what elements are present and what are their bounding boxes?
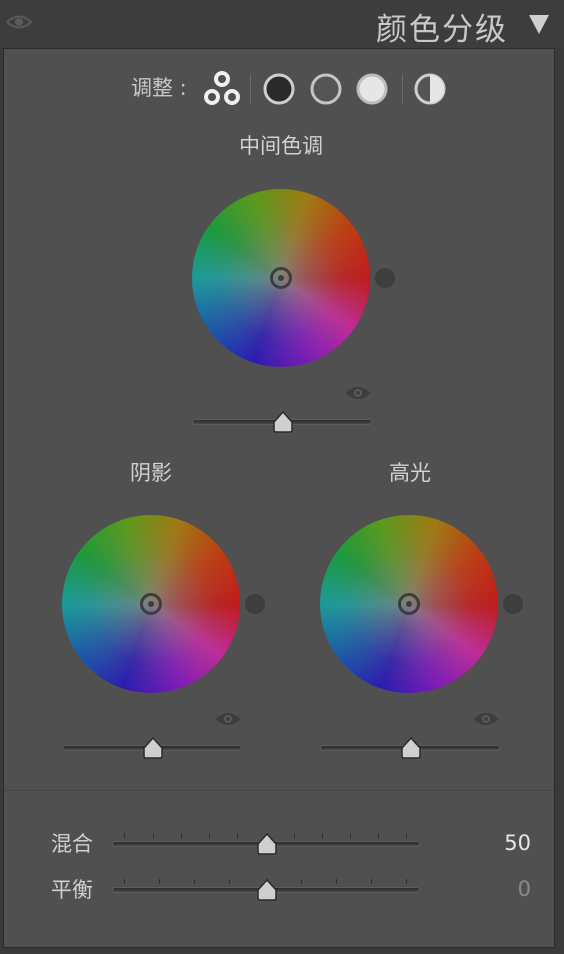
slider-thumb[interactable] [142, 737, 164, 759]
slider-thumb[interactable] [272, 411, 294, 433]
slider-thumb[interactable] [400, 737, 422, 759]
slider-tick [371, 879, 372, 884]
balance-label: 平衡 [51, 878, 93, 902]
midtones-title: 中间色调 [239, 134, 323, 158]
midtones-expand-dot[interactable] [375, 268, 395, 288]
shadows-expand-dot[interactable] [245, 594, 265, 614]
slider-tick [181, 833, 182, 838]
slider-thumb[interactable] [256, 833, 278, 855]
highlights-icon[interactable] [355, 72, 389, 106]
blending-label: 混合 [51, 832, 93, 856]
midtones-color-wheel[interactable] [192, 189, 370, 367]
slider-tick [322, 833, 323, 838]
slider-tick [229, 879, 230, 884]
slider-tick [301, 879, 302, 884]
panel-header: 颜色分级 [0, 0, 564, 48]
slider-tick [209, 833, 210, 838]
separator [402, 74, 403, 104]
eye-icon[interactable] [473, 711, 499, 727]
panel-title: 颜色分级 [376, 12, 508, 48]
shadows-title: 阴影 [130, 461, 172, 485]
slider-tick [406, 879, 407, 884]
wheel-handle[interactable] [270, 267, 292, 289]
slider-tick [124, 833, 125, 838]
balance-value[interactable]: 0 [471, 877, 531, 901]
highlights-color-wheel[interactable] [320, 515, 498, 693]
slider-tick [294, 833, 295, 838]
eye-icon[interactable] [6, 14, 32, 30]
midtones-icon[interactable] [309, 72, 343, 106]
adjust-label: 调整 : [131, 76, 187, 100]
shadows-icon[interactable] [262, 72, 296, 106]
global-icon[interactable] [413, 72, 447, 106]
shadows-color-wheel[interactable] [62, 515, 240, 693]
separator [250, 74, 251, 104]
slider-tick [336, 879, 337, 884]
eye-icon[interactable] [345, 385, 371, 401]
highlights-expand-dot[interactable] [503, 594, 523, 614]
wheel-handle[interactable] [398, 593, 420, 615]
slider-thumb[interactable] [256, 879, 278, 901]
slider-tick [159, 879, 160, 884]
slider-tick [350, 833, 351, 838]
blending-value[interactable]: 50 [471, 831, 531, 855]
slider-tick [124, 879, 125, 884]
slider-tick [194, 879, 195, 884]
slider-tick [237, 833, 238, 838]
highlights-title: 高光 [389, 461, 431, 485]
divider [4, 790, 554, 791]
eye-icon[interactable] [215, 711, 241, 727]
wheel-handle[interactable] [140, 593, 162, 615]
slider-tick [378, 833, 379, 838]
three-way-icon[interactable] [203, 71, 241, 107]
slider-tick [406, 833, 407, 838]
color-grading-panel [3, 48, 555, 948]
slider-tick [153, 833, 154, 838]
triangle-down-icon[interactable] [529, 15, 549, 34]
